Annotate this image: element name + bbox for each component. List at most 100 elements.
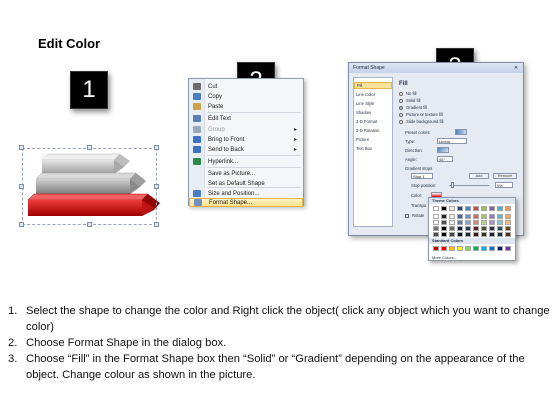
color-swatch[interactable] xyxy=(465,206,471,211)
menu-item-edit-text[interactable]: Edit Text xyxy=(189,114,303,123)
color-swatch[interactable] xyxy=(457,214,463,219)
nav-item-picture[interactable]: Picture xyxy=(356,137,369,142)
color-swatch[interactable] xyxy=(433,232,439,237)
menu-item-save-as-picture[interactable]: Save as Picture... xyxy=(189,169,303,178)
color-swatch[interactable] xyxy=(497,206,503,211)
color-swatch[interactable] xyxy=(465,220,471,225)
color-swatch[interactable] xyxy=(433,246,439,251)
color-swatch[interactable] xyxy=(449,226,455,231)
nav-item-line-style[interactable]: Line Style xyxy=(356,101,374,106)
color-swatch[interactable] xyxy=(497,220,503,225)
color-swatch[interactable] xyxy=(505,220,511,225)
color-swatch[interactable] xyxy=(481,206,487,211)
checkbox-icon[interactable] xyxy=(405,213,409,218)
radio-icon[interactable] xyxy=(399,112,403,117)
color-swatch[interactable] xyxy=(441,226,447,231)
remove-stop-button[interactable]: Remove xyxy=(493,173,517,179)
color-swatch[interactable] xyxy=(489,206,495,211)
color-swatch[interactable] xyxy=(457,232,463,237)
menu-item-copy[interactable]: Copy xyxy=(189,92,303,101)
color-swatch[interactable] xyxy=(441,220,447,225)
color-swatch[interactable] xyxy=(473,232,479,237)
resize-handle[interactable] xyxy=(87,145,92,150)
color-swatch[interactable] xyxy=(473,206,479,211)
radio-icon[interactable] xyxy=(399,119,403,124)
color-swatch[interactable] xyxy=(481,226,487,231)
color-swatch[interactable] xyxy=(433,214,439,219)
color-swatch[interactable] xyxy=(465,232,471,237)
add-stop-button[interactable]: Add xyxy=(469,173,489,179)
gradient-fill-option[interactable]: Gradient fill xyxy=(399,105,427,110)
radio-icon[interactable] xyxy=(399,91,403,96)
nav-item-fill[interactable]: Fill xyxy=(354,82,392,89)
color-swatch[interactable] xyxy=(505,226,511,231)
radio-icon[interactable] xyxy=(399,98,403,103)
color-swatch[interactable] xyxy=(449,246,455,251)
color-swatch[interactable] xyxy=(497,214,503,219)
menu-item-set-as-default-shape[interactable]: Set as Default Shape xyxy=(189,179,303,188)
color-swatch[interactable] xyxy=(489,220,495,225)
color-swatch[interactable] xyxy=(497,246,503,251)
color-swatch[interactable] xyxy=(497,232,503,237)
color-swatch[interactable] xyxy=(457,246,463,251)
rotate-with-shape-option[interactable]: Rotate xyxy=(405,213,424,218)
background-fill-option[interactable]: Slide background fill xyxy=(399,119,443,124)
color-swatch[interactable] xyxy=(473,246,479,251)
nav-item-text-box[interactable]: Text Box xyxy=(356,146,372,151)
color-swatch[interactable] xyxy=(449,206,455,211)
color-swatch[interactable] xyxy=(497,226,503,231)
menu-item-hyperlink[interactable]: Hyperlink... xyxy=(189,157,303,166)
color-swatch[interactable] xyxy=(505,232,511,237)
close-icon[interactable]: ✕ xyxy=(511,64,521,72)
color-swatch[interactable] xyxy=(481,220,487,225)
color-swatch[interactable] xyxy=(433,226,439,231)
color-swatch[interactable] xyxy=(505,206,511,211)
menu-item-send-to-back[interactable]: Send to Back ▸ xyxy=(189,145,303,154)
resize-handle[interactable] xyxy=(87,222,92,227)
preset-colors-button[interactable] xyxy=(455,129,467,135)
color-swatch[interactable] xyxy=(449,232,455,237)
resize-handle[interactable] xyxy=(154,184,159,189)
stop-select[interactable]: Stop 1 xyxy=(411,173,433,179)
color-swatch[interactable] xyxy=(457,206,463,211)
color-swatch[interactable] xyxy=(489,226,495,231)
menu-item-bring-to-front[interactable]: Bring to Front ▸ xyxy=(189,135,303,144)
color-swatch[interactable] xyxy=(505,214,511,219)
color-swatch[interactable] xyxy=(449,220,455,225)
nav-item-shadow[interactable]: Shadow xyxy=(356,110,371,115)
color-swatch[interactable] xyxy=(481,214,487,219)
resize-handle[interactable] xyxy=(19,184,24,189)
color-swatch[interactable] xyxy=(489,246,495,251)
resize-handle[interactable] xyxy=(19,145,24,150)
color-swatch[interactable] xyxy=(473,226,479,231)
solid-fill-option[interactable]: Solid fill xyxy=(399,98,420,103)
color-swatch[interactable] xyxy=(481,246,487,251)
picture-fill-option[interactable]: Picture or texture fill xyxy=(399,112,443,117)
color-swatch[interactable] xyxy=(441,232,447,237)
menu-item-size-and-position[interactable]: Size and Position... xyxy=(189,189,303,198)
color-swatch[interactable] xyxy=(441,214,447,219)
menu-item-format-shape[interactable]: Format Shape... xyxy=(189,198,303,207)
color-swatch[interactable] xyxy=(473,214,479,219)
stop-position-input[interactable]: 0% xyxy=(495,182,513,188)
stop-position-thumb[interactable] xyxy=(451,182,454,188)
radio-selected-icon[interactable] xyxy=(399,105,403,110)
resize-handle[interactable] xyxy=(154,222,159,227)
resize-handle[interactable] xyxy=(19,222,24,227)
menu-item-cut[interactable]: Cut xyxy=(189,82,303,91)
more-colors-link[interactable]: More Colors... xyxy=(432,255,457,260)
color-swatch[interactable] xyxy=(481,232,487,237)
type-select[interactable]: Linear xyxy=(437,138,467,144)
color-swatch[interactable] xyxy=(465,214,471,219)
nav-item-line-color[interactable]: Line Color xyxy=(356,92,375,97)
color-swatch[interactable] xyxy=(441,246,447,251)
color-swatch[interactable] xyxy=(433,220,439,225)
color-swatch[interactable] xyxy=(433,206,439,211)
nav-item-3d-format[interactable]: 3-D Format xyxy=(356,119,377,124)
resize-handle[interactable] xyxy=(154,145,159,150)
color-swatch[interactable] xyxy=(465,226,471,231)
color-swatch[interactable] xyxy=(449,214,455,219)
color-swatch[interactable] xyxy=(457,220,463,225)
menu-item-paste[interactable]: Paste xyxy=(189,102,303,111)
stop-position-track[interactable] xyxy=(449,185,489,186)
